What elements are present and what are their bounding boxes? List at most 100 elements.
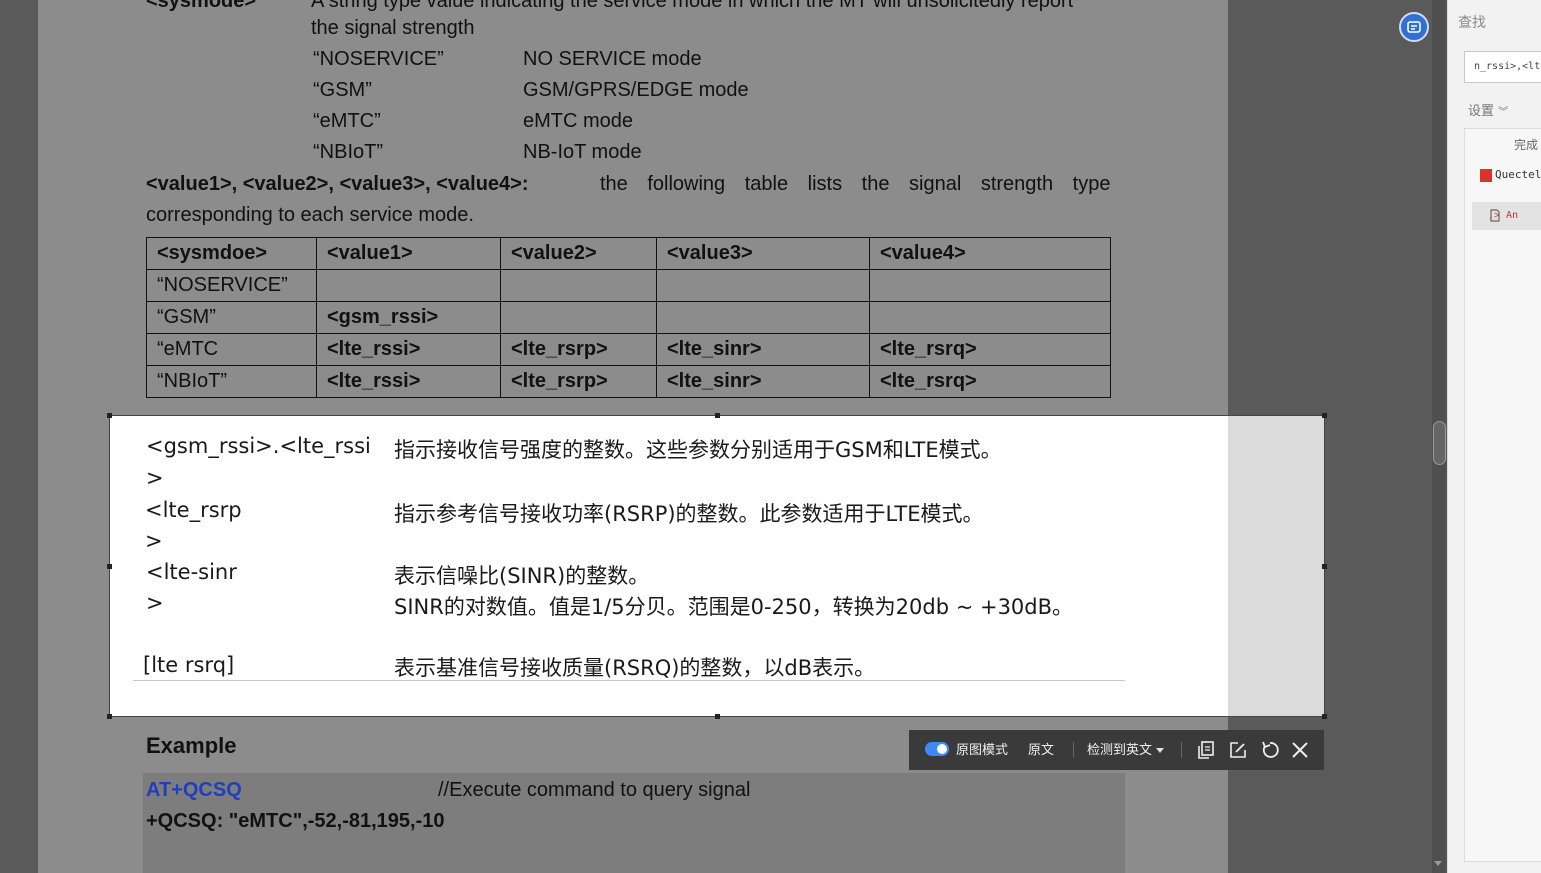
resize-handle[interactable]: [1322, 413, 1327, 418]
find-panel-title: 查找: [1458, 15, 1486, 31]
table-cell: “NOSERVICE”: [146, 269, 317, 302]
translation-param: >: [145, 529, 163, 553]
mode-name: “GSM”: [313, 79, 372, 101]
sysmode-desc-2: the signal strength: [311, 17, 475, 39]
table-cell: <gsm_rssi>: [316, 301, 501, 334]
find-search-input[interactable]: n_rssi>,<lte: [1464, 51, 1541, 83]
mode-desc: NO SERVICE mode: [523, 48, 702, 70]
table-cell: <lte_rssi>: [316, 333, 501, 366]
chevron-down-icon: [1156, 748, 1165, 754]
close-icon[interactable]: [1289, 739, 1311, 761]
table-cell: [500, 301, 657, 334]
table-cell: <lte_rsrp>: [500, 333, 657, 366]
mode-name: “eMTC”: [313, 110, 381, 132]
detect-language-label: 检测到英文: [1087, 742, 1153, 757]
translation-desc: 指示接收信号强度的整数。这些参数分别适用于GSM和LTE模式。: [394, 438, 1002, 462]
example-response: +QCSQ: "eMTC",-52,-81,195,-10: [146, 810, 445, 832]
table-header-row: <sysmdoe> <value1> <value2> <value3> <va…: [146, 237, 1111, 270]
pdf-file-icon: [1480, 168, 1492, 182]
sysmode-desc: A string type value indicating the servi…: [311, 0, 1074, 12]
table-cell: “NBIoT”: [146, 365, 317, 398]
find-results-list: [1464, 128, 1541, 862]
result-snippet-item[interactable]: ,> An: [1472, 202, 1541, 230]
scroll-down-arrow-icon[interactable]: [1434, 861, 1442, 866]
table-cell: <lte_sinr>: [656, 365, 870, 398]
table-header-cell: <value3>: [656, 237, 870, 270]
table-cell: [500, 269, 657, 302]
table-cell: [316, 269, 501, 302]
table-cell: “eMTC: [146, 333, 317, 366]
table-cell: <lte_sinr>: [656, 333, 870, 366]
table-row: “eMTC <lte_rssi> <lte_rsrp> <lte_sinr> <…: [146, 333, 1111, 366]
values-desc: the following table lists the signal str…: [600, 173, 1111, 195]
resize-handle[interactable]: [107, 413, 112, 418]
mode-desc: GSM/GPRS/EDGE mode: [523, 79, 749, 101]
translation-desc: 表示信噪比(SINR)的整数。: [394, 564, 650, 588]
table-cell: [656, 269, 870, 302]
translation-param: <lte_rsrp: [145, 498, 242, 522]
table-cell: [869, 269, 1111, 302]
example-heading: Example: [146, 733, 237, 758]
mode-desc: NB-IoT mode: [523, 141, 642, 163]
table-cell: <lte_rssi>: [316, 365, 501, 398]
translation-desc: 表示基准信号接收质量(RSRQ)的整数，以dB表示。: [394, 656, 876, 680]
document-icon: [1490, 209, 1500, 222]
values-label: <value1>, <value2>, <value3>, <value4>:: [146, 173, 529, 195]
table-cell: <lte_rsrq>: [869, 333, 1111, 366]
table-row: “NOSERVICE”: [146, 269, 1111, 302]
table-row: “GSM” <gsm_rssi>: [146, 301, 1111, 334]
resize-handle[interactable]: [715, 413, 720, 418]
find-side-panel: 查找 n_rssi>,<lte 设置 ︾ 完成 Quectel ,> An: [1447, 0, 1541, 873]
table-cell: [656, 301, 870, 334]
table-header-cell: <value4>: [869, 237, 1111, 270]
translation-desc: SINR的对数值。值是1/5分贝。范围是0-250，转换为20db ~ +30d…: [394, 595, 1074, 619]
resize-handle[interactable]: [715, 714, 720, 719]
settings-label: 设置: [1468, 104, 1495, 119]
app-icon: [1407, 21, 1421, 33]
table-header-cell: <sysmdoe>: [146, 237, 317, 270]
translation-param: >: [146, 466, 164, 490]
original-image-mode-toggle[interactable]: [925, 742, 949, 756]
example-comment: //Execute command to query signal: [438, 779, 751, 801]
resize-handle[interactable]: [107, 564, 112, 569]
translation-param: [lte rsrq]: [143, 653, 235, 677]
table-header-cell: <value2>: [500, 237, 657, 270]
translation-param: >: [146, 591, 164, 615]
mode-name: “NOSERVICE”: [313, 48, 444, 70]
example-command: AT+QCSQ: [146, 779, 242, 801]
original-text-button[interactable]: 原文: [1028, 730, 1054, 770]
translation-param: <gsm_rssi>.<lte_rssi: [146, 434, 371, 458]
table-row: “NBIoT” <lte_rssi> <lte_rsrp> <lte_sinr>…: [146, 365, 1111, 398]
original-image-mode-label[interactable]: 原图模式: [956, 730, 1008, 770]
translation-param: <lte-sinr: [146, 560, 237, 584]
table-cell: [869, 301, 1111, 334]
values-desc-2: corresponding to each service mode.: [146, 204, 474, 226]
toolbar-divider: [1073, 742, 1074, 758]
table-header-cell: <value1>: [316, 237, 501, 270]
mode-name: “NBIoT”: [313, 141, 383, 163]
table-cell: “GSM”: [146, 301, 317, 334]
result-file-item[interactable]: Quectel: [1480, 168, 1541, 182]
resize-handle[interactable]: [1322, 564, 1327, 569]
signal-type-table: <sysmdoe> <value1> <value2> <value3> <va…: [146, 237, 1111, 398]
detect-language-dropdown[interactable]: 检测到英文: [1087, 730, 1165, 770]
translation-toolbar: 原图模式 原文 检测到英文: [909, 730, 1324, 770]
floating-app-button[interactable]: [1399, 12, 1429, 42]
find-complete-status: 完成: [1514, 138, 1539, 152]
copy-icon[interactable]: [1195, 739, 1217, 761]
table-cell: <lte_rsrp>: [500, 365, 657, 398]
resize-handle[interactable]: [1322, 714, 1327, 719]
chevron-down-icon: ︾: [1498, 107, 1509, 118]
scrollbar-thumb[interactable]: [1433, 421, 1446, 465]
translation-desc: 指示参考信号接收功率(RSRP)的整数。此参数适用于LTE模式。: [394, 502, 984, 526]
table-cell: <lte_rsrq>: [869, 365, 1111, 398]
edit-icon[interactable]: [1227, 739, 1249, 761]
result-file-name: Quectel: [1495, 168, 1541, 181]
resize-handle[interactable]: [107, 714, 112, 719]
divider: [133, 680, 1125, 681]
sysmode-label: <sysmode>: [146, 0, 257, 12]
find-settings-toggle[interactable]: 设置 ︾: [1468, 100, 1508, 119]
refresh-icon[interactable]: [1259, 739, 1281, 761]
mode-desc: eMTC mode: [523, 110, 634, 132]
toolbar-divider: [1181, 742, 1182, 758]
